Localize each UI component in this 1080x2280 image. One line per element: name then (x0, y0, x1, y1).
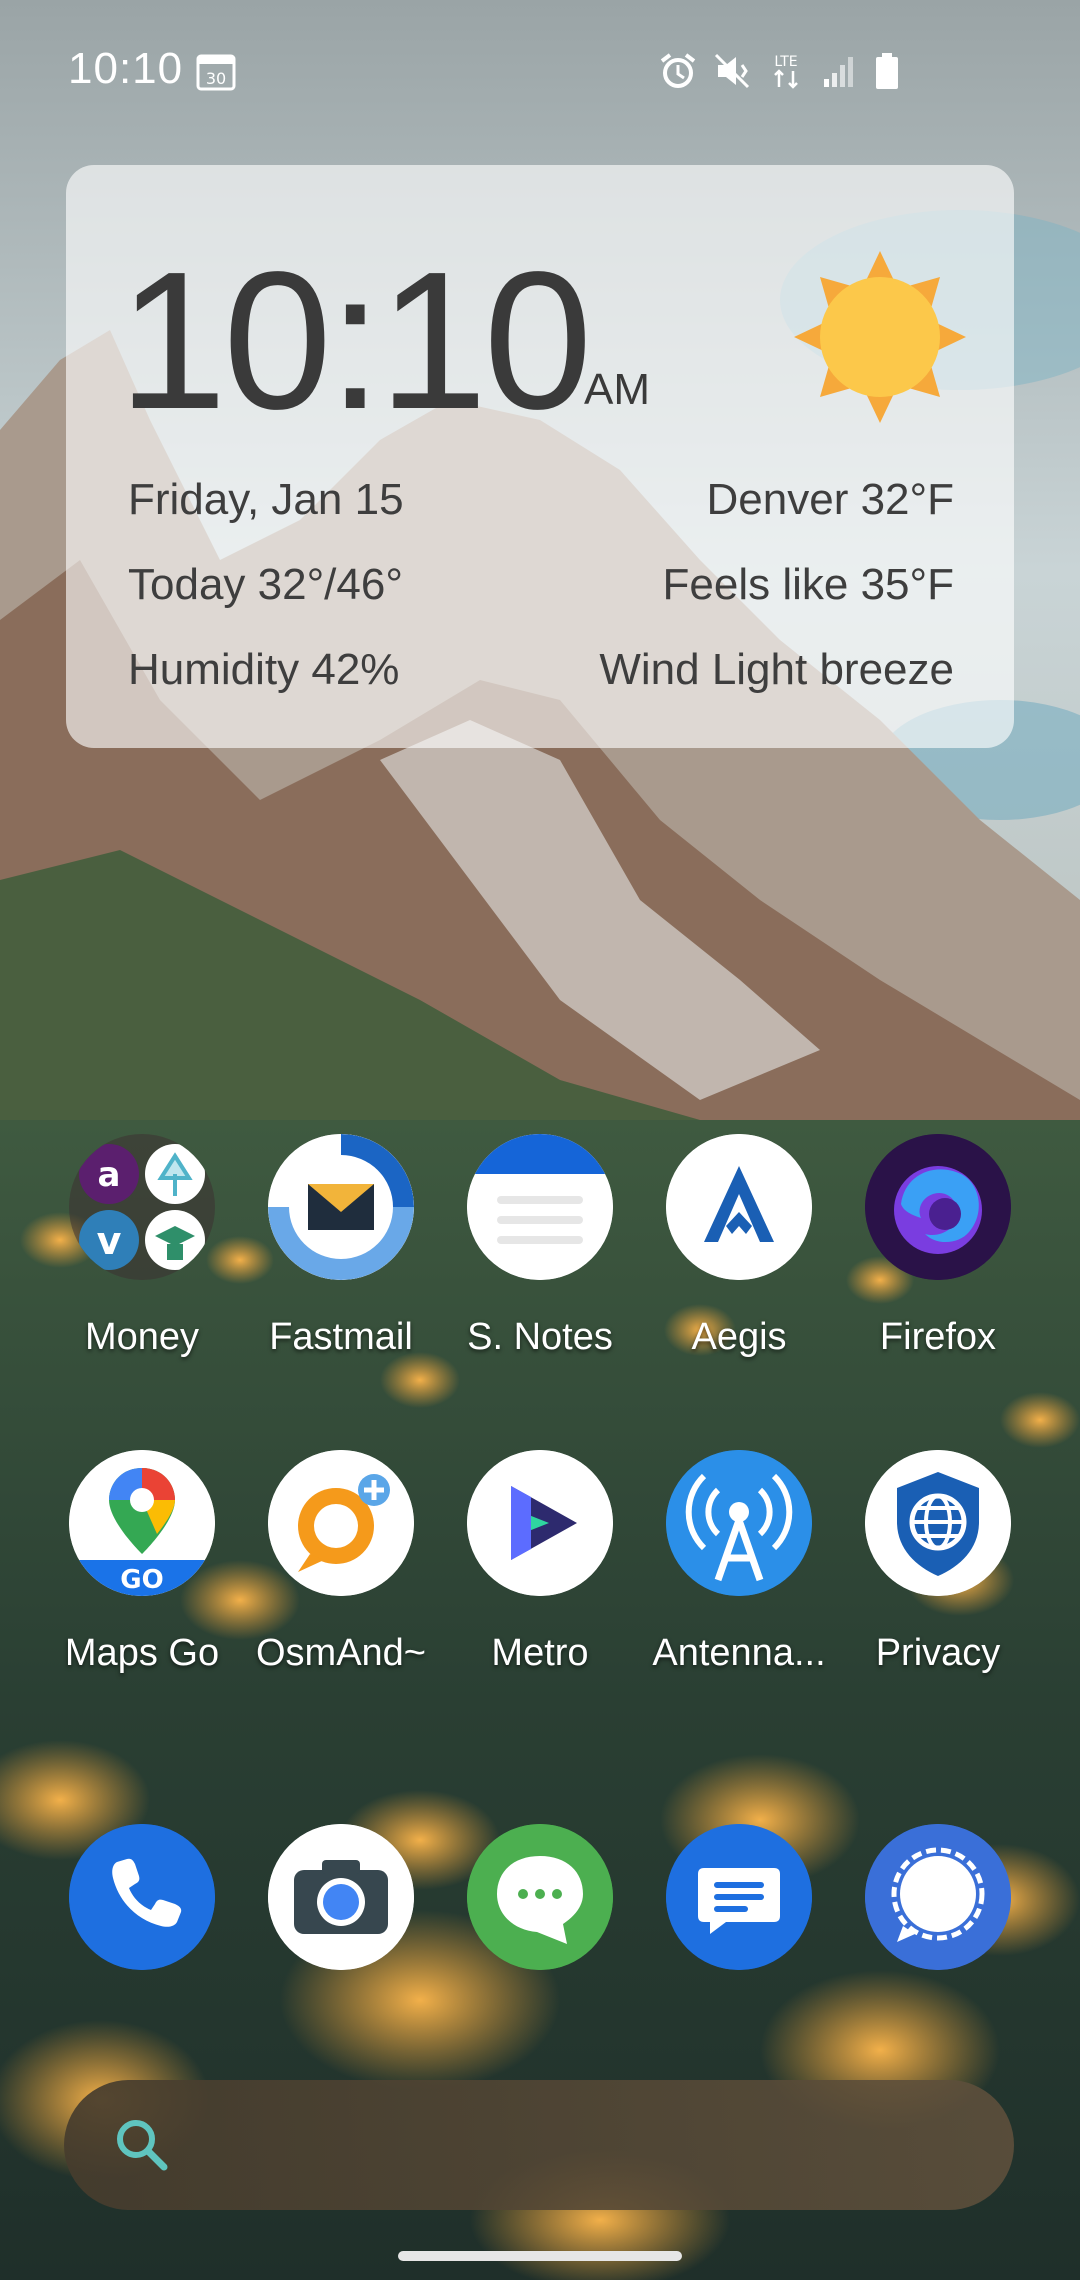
widget-ampm: AM (584, 365, 650, 414)
app-label: Maps Go (64, 1632, 220, 1674)
widget-feels-like: Feels like 35°F (662, 560, 954, 609)
antenna-icon (666, 1450, 812, 1596)
search-icon (117, 2120, 168, 2171)
messages-icon (666, 1824, 812, 1970)
app-privacy[interactable]: Privacy (838, 1450, 1038, 1675)
app-fastmail[interactable]: Fastmail (241, 1134, 441, 1359)
widget-time: 10:10 (118, 231, 592, 450)
metro-icon (467, 1450, 613, 1596)
dock-phone[interactable] (42, 1824, 242, 1970)
battery-icon (876, 53, 898, 89)
notes-icon (467, 1134, 613, 1280)
status-bar: 10:10 30 LTE (0, 0, 1080, 140)
alarm-icon (660, 53, 696, 88)
maps-go-icon: GO (69, 1450, 215, 1596)
widget-date: Friday, Jan 15 (128, 475, 404, 524)
privacy-icon (865, 1450, 1011, 1596)
firefox-icon (865, 1134, 1011, 1280)
chat-icon (467, 1824, 613, 1970)
money-folder-icon: a v (69, 1134, 215, 1280)
search-bar[interactable] (64, 2080, 1014, 2210)
app-metro[interactable]: Metro (440, 1450, 640, 1675)
app-label: Fastmail (269, 1316, 413, 1358)
app-money-folder[interactable]: a v Money (42, 1134, 242, 1359)
vibrate-icon (714, 53, 750, 89)
folder-badge-a: a (98, 1155, 121, 1195)
app-label: Metro (491, 1632, 589, 1674)
widget-wind: Wind Light breeze (599, 645, 954, 694)
status-time: 10:10 (68, 44, 184, 93)
status-icons: LTE (658, 50, 900, 92)
calendar-day: 30 (206, 69, 226, 88)
app-label: OsmAnd~ (255, 1632, 427, 1674)
app-firefox[interactable]: Firefox (838, 1134, 1038, 1359)
phone-icon (69, 1824, 215, 1970)
widget-today-range: Today 32°/46° (128, 560, 403, 609)
signal-icon (824, 57, 853, 87)
osmand-icon (268, 1450, 414, 1596)
network-type: LTE (774, 54, 797, 70)
sun-icon (794, 251, 966, 423)
dock-chat[interactable] (440, 1824, 640, 1970)
widget-humidity: Humidity 42% (128, 645, 400, 694)
clock-weather-widget[interactable]: 10:10 AM Friday, Jan 15 Denver 32°F Toda… (66, 165, 1014, 748)
aegis-icon (666, 1134, 812, 1280)
app-label: Antenna... (652, 1632, 826, 1674)
app-s-notes[interactable]: S. Notes (440, 1134, 640, 1359)
widget-location-temp: Denver 32°F (706, 475, 954, 524)
calendar-icon: 30 (196, 54, 236, 91)
folder-badge-v: v (97, 1219, 122, 1263)
app-label: Money (84, 1316, 200, 1358)
app-label: S. Notes (467, 1316, 613, 1358)
app-antenna[interactable]: Antenna... (639, 1450, 839, 1675)
maps-go-badge: GO (120, 1565, 163, 1595)
app-label: Privacy (875, 1632, 1001, 1674)
app-osmand[interactable]: OsmAnd~ (241, 1450, 441, 1675)
dock-camera[interactable] (241, 1824, 441, 1970)
app-maps-go[interactable]: GO Maps Go (42, 1450, 242, 1675)
dock-signal[interactable] (838, 1824, 1038, 1970)
signal-app-icon (865, 1824, 1011, 1970)
lte-icon: LTE (774, 54, 798, 89)
app-aegis[interactable]: Aegis (639, 1134, 839, 1359)
dock-messages[interactable] (639, 1824, 839, 1970)
app-label: Aegis (691, 1316, 787, 1358)
gesture-nav-handle[interactable] (398, 2251, 682, 2261)
fastmail-icon (268, 1134, 414, 1280)
camera-icon (268, 1824, 414, 1970)
app-label: Firefox (879, 1316, 997, 1358)
